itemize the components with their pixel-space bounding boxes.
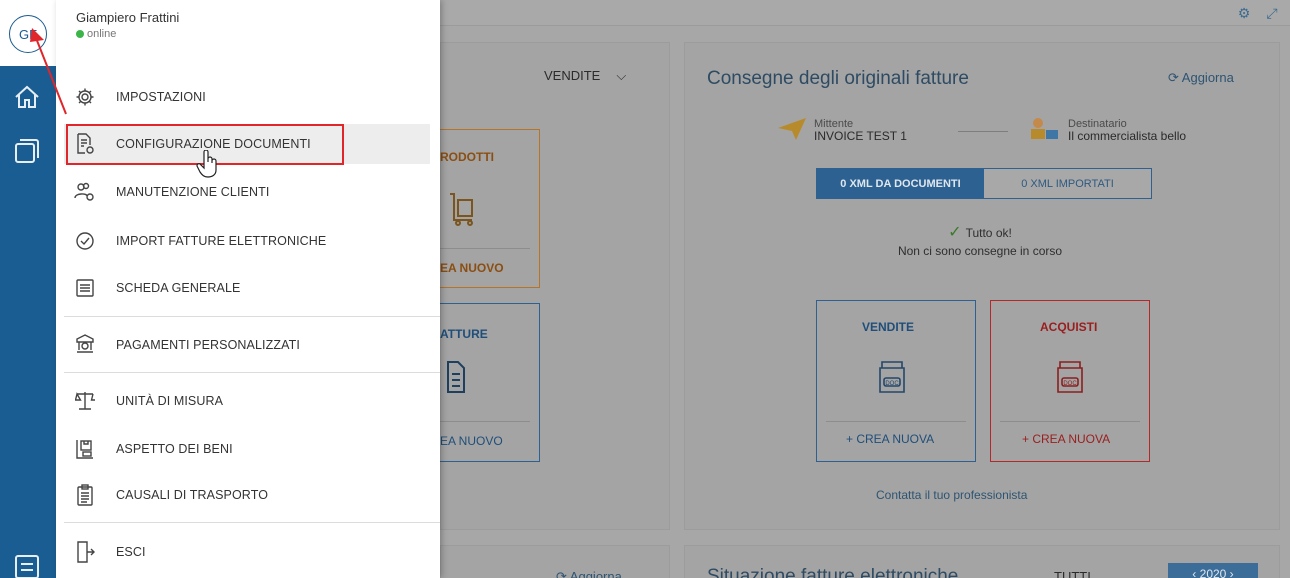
doc-badge: DOC xyxy=(1063,381,1077,387)
user-status-text: online xyxy=(87,28,117,40)
avatar-area: GF xyxy=(0,0,56,66)
menu-item-causali-trasporto[interactable]: CAUSALI DI TRASPORTO xyxy=(64,475,430,515)
consegne-card xyxy=(684,42,1280,530)
xml-da-documenti-tab[interactable]: 0 XML DA DOCUMENTI xyxy=(817,169,984,198)
bottom-aggiorna-button[interactable]: ⟳ Aggiorna xyxy=(556,569,622,578)
tutti-filter[interactable]: TUTTI xyxy=(1054,569,1091,578)
menu-item-label: IMPOSTAZIONI xyxy=(116,90,206,104)
payment-settings-icon xyxy=(74,334,96,356)
vendite-box-title: VENDITE xyxy=(862,320,915,334)
side-menu: Giampiero Frattini online IMPOSTAZIONI C… xyxy=(56,0,440,578)
direction-arrow xyxy=(958,131,1008,132)
fatture-create-link[interactable]: EA NUOVO xyxy=(440,434,503,448)
menu-item-esci[interactable]: ESCI xyxy=(64,532,430,572)
menu-item-label: CAUSALI DI TRASPORTO xyxy=(116,488,269,502)
tile-separator xyxy=(826,421,966,422)
box-scale-icon xyxy=(74,438,96,460)
mittente: Mittente INVOICE TEST 1 xyxy=(814,118,907,142)
menu-item-label: IMPORT FATTURE ELETTRONICHE xyxy=(116,234,327,248)
contatta-link[interactable]: Contatta il tuo professionista xyxy=(876,488,1027,502)
menu-divider xyxy=(64,372,440,373)
fullscreen-icon[interactable]: ⤢ xyxy=(1264,5,1280,21)
menu-item-aspetto-dei-beni[interactable]: ASPETTO DEI BENI xyxy=(64,429,430,469)
prodotti-tile-title: RODOTTI xyxy=(440,150,494,164)
status-message: ✓ Tutto ok! Non ci sono consegne in corso xyxy=(860,224,1100,260)
vendite-create-link[interactable]: + CREA NUOVA xyxy=(846,432,934,446)
acquisti-create-link[interactable]: + CREA NUOVA xyxy=(1022,432,1110,446)
xml-importati-tab[interactable]: 0 XML IMPORTATI xyxy=(984,169,1151,198)
status-title: Tutto ok! xyxy=(965,226,1012,240)
menu-item-unita-di-misura[interactable]: UNITÀ DI MISURA xyxy=(64,381,430,421)
menu-item-pagamenti-personalizzati[interactable]: PAGAMENTI PERSONALIZZATI xyxy=(64,325,430,365)
xml-segment-control: 0 XML DA DOCUMENTI 0 XML IMPORTATI xyxy=(816,168,1152,199)
year-selector[interactable]: ‹ 2020 › xyxy=(1168,563,1258,578)
menu-item-scheda-generale[interactable]: SCHEDA GENERALE xyxy=(64,268,430,308)
menu-item-label: MANUTENZIONE CLIENTI xyxy=(116,185,270,199)
menu-item-label: SCHEDA GENERALE xyxy=(116,281,241,295)
scale-icon xyxy=(74,390,96,412)
gear-icon xyxy=(74,86,96,108)
users-settings-icon xyxy=(74,181,96,203)
chevron-down-icon: ⌵ xyxy=(616,68,627,83)
menu-item-label: ASPETTO DEI BENI xyxy=(116,442,233,456)
vendite-dropdown-label: VENDITE xyxy=(544,68,601,83)
doc-badge: DOC xyxy=(885,381,899,387)
status-text: Non ci sono consegne in corso xyxy=(897,244,1063,258)
vendite-dropdown[interactable]: VENDITE ⌵ xyxy=(544,68,626,84)
user-name: Giampiero Frattini xyxy=(76,10,180,25)
menu-item-label: PAGAMENTI PERSONALIZZATI xyxy=(116,338,300,352)
menu-item-manutenzione-clienti[interactable]: MANUTENZIONE CLIENTI xyxy=(64,172,430,212)
fatture-tile-title: ATTURE xyxy=(440,327,488,341)
bottom-left-card xyxy=(440,545,670,578)
tile-separator xyxy=(440,248,530,249)
bottom-aggiorna-label: Aggiorna xyxy=(569,569,622,578)
tile-separator xyxy=(440,421,530,422)
settings-gear-icon[interactable]: ⚙ xyxy=(1236,5,1252,21)
doc-archive-icon: DOC xyxy=(879,361,905,393)
prodotti-create-link[interactable]: EA NUOVO xyxy=(440,261,504,275)
acquisti-box-title: ACQUISTI xyxy=(1040,320,1098,334)
clock-check-icon xyxy=(74,230,96,252)
user-status: online xyxy=(76,28,179,40)
destinatario: Destinatario Il commercialista bello xyxy=(1068,118,1186,142)
consegne-title: Consegne degli originali fatture xyxy=(707,68,969,89)
list-icon[interactable] xyxy=(12,552,42,578)
mittente-value: INVOICE TEST 1 xyxy=(814,129,907,143)
tile-separator xyxy=(1000,421,1140,422)
user-info: Giampiero Frattini online xyxy=(76,10,179,40)
hand-cursor-icon xyxy=(196,150,217,178)
aggiorna-button[interactable]: ⟳ Aggiorna xyxy=(1168,70,1234,86)
doc-archive-icon: DOC xyxy=(1057,361,1083,393)
destinatario-value: Il commercialista bello xyxy=(1068,129,1187,143)
aggiorna-label: Aggiorna xyxy=(1181,70,1234,85)
exit-door-icon xyxy=(74,541,96,563)
situazione-title: Situazione fatture elettroniche xyxy=(707,566,959,578)
year-value: 2020 xyxy=(1199,567,1227,578)
menu-item-label: ESCI xyxy=(116,545,146,559)
list-card-icon xyxy=(74,277,96,299)
people-icon xyxy=(1031,118,1058,139)
menu-item-label: UNITÀ DI MISURA xyxy=(116,394,224,408)
menu-item-impostazioni[interactable]: IMPOSTAZIONI xyxy=(64,77,430,117)
document-icon xyxy=(447,361,465,393)
menu-divider xyxy=(64,316,440,317)
cart-icon xyxy=(450,193,473,226)
paper-plane-icon xyxy=(778,118,806,140)
home-icon[interactable] xyxy=(12,82,42,112)
online-dot xyxy=(76,30,84,38)
left-rail xyxy=(0,0,56,578)
menu-divider xyxy=(64,522,440,523)
menu-item-import-fatture[interactable]: IMPORT FATTURE ELETTRONICHE xyxy=(64,221,430,261)
clipboard-list-icon xyxy=(74,484,96,506)
check-icon: ✓ xyxy=(948,224,962,241)
avatar[interactable]: GF xyxy=(9,15,47,53)
pages-icon[interactable] xyxy=(12,136,42,166)
